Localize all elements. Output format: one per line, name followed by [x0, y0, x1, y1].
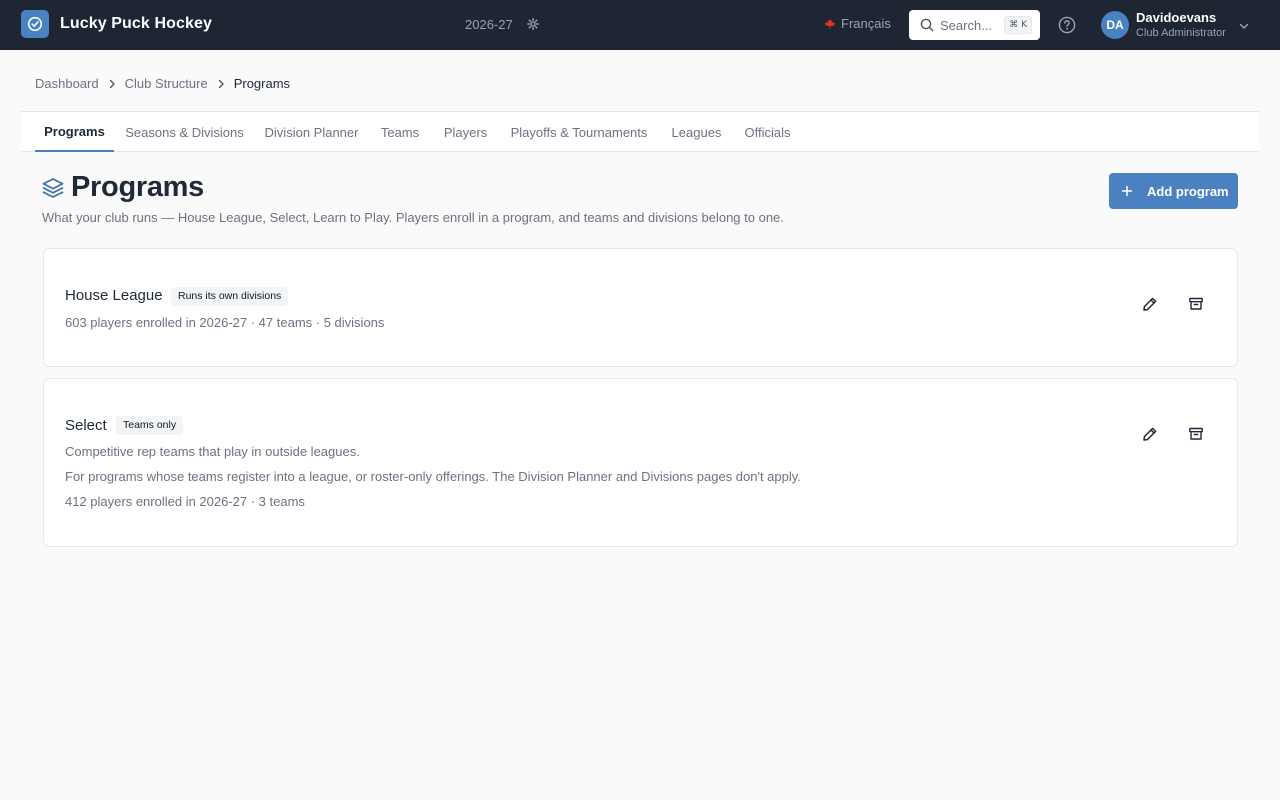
program-card-house-league: House League Runs its own divisions 603 … [43, 248, 1238, 367]
program-note: For programs whose teams register into a… [65, 469, 801, 484]
user-role: Club Administrator [1136, 27, 1226, 39]
add-program-button[interactable]: Add program [1109, 173, 1238, 209]
search-shortcut: ⌘ K [1004, 16, 1032, 34]
language-toggle[interactable]: Français [824, 16, 891, 31]
edit-icon[interactable] [1140, 424, 1160, 444]
app-title[interactable]: Lucky Puck Hockey [60, 15, 212, 33]
archive-icon[interactable] [1186, 424, 1206, 444]
program-type-badge: Teams only [116, 416, 184, 435]
maple-leaf-icon [824, 18, 836, 29]
season-settings-icon[interactable] [526, 17, 540, 31]
program-name: Select [65, 417, 107, 434]
program-description: Competitive rep teams that play in outsi… [65, 444, 360, 459]
breadcrumb-club-structure[interactable]: Club Structure [125, 76, 208, 91]
chevron-right-icon [216, 79, 226, 89]
layers-icon [42, 177, 64, 199]
program-card-select: Select Teams only Competitive rep teams … [43, 378, 1238, 547]
program-stats: 603 players enrolled in 2026-27 · 47 tea… [65, 315, 385, 330]
breadcrumb-current: Programs [233, 76, 291, 91]
plus-icon [1121, 185, 1133, 197]
page-subtitle: What your club runs — House League, Sele… [42, 210, 784, 225]
avatar[interactable]: DA [1101, 11, 1129, 39]
program-type-badge: Runs its own divisions [171, 287, 289, 306]
language-label: Français [841, 16, 891, 31]
breadcrumb: Dashboard Club Structure Programs [35, 76, 290, 91]
program-stats: 412 players enrolled in 2026-27 · 3 team… [65, 494, 305, 509]
chevron-right-icon [107, 79, 117, 89]
tab-leagues[interactable]: Leagues [665, 112, 728, 152]
season-label[interactable]: 2026-27 [465, 17, 513, 32]
tab-programs[interactable]: Programs [35, 112, 114, 152]
breadcrumb-dashboard[interactable]: Dashboard [35, 76, 99, 91]
top-bar: Lucky Puck Hockey 2026-27 Français Searc… [0, 0, 1280, 50]
help-icon[interactable] [1057, 15, 1076, 34]
section-tabs: Programs Seasons & Divisions Division Pl… [21, 111, 1259, 152]
tab-seasons-divisions[interactable]: Seasons & Divisions [118, 112, 251, 152]
search-input[interactable]: Search... ⌘ K [909, 10, 1040, 40]
search-icon [920, 18, 934, 32]
tab-division-planner[interactable]: Division Planner [259, 112, 364, 152]
tab-playoffs-tournaments[interactable]: Playoffs & Tournaments [503, 112, 655, 152]
search-placeholder: Search... [940, 17, 993, 33]
chevron-down-icon[interactable] [1238, 19, 1250, 31]
edit-icon[interactable] [1140, 294, 1160, 314]
tab-teams[interactable]: Teams [375, 112, 425, 152]
app-logo-icon[interactable] [21, 10, 49, 38]
page-title: Programs [71, 171, 204, 203]
tab-officials[interactable]: Officials [737, 112, 798, 152]
user-name[interactable]: Davidoevans [1136, 10, 1216, 25]
program-name: House League [65, 287, 163, 304]
add-program-label: Add program [1147, 183, 1229, 199]
tab-players[interactable]: Players [436, 112, 495, 152]
archive-icon[interactable] [1186, 294, 1206, 314]
